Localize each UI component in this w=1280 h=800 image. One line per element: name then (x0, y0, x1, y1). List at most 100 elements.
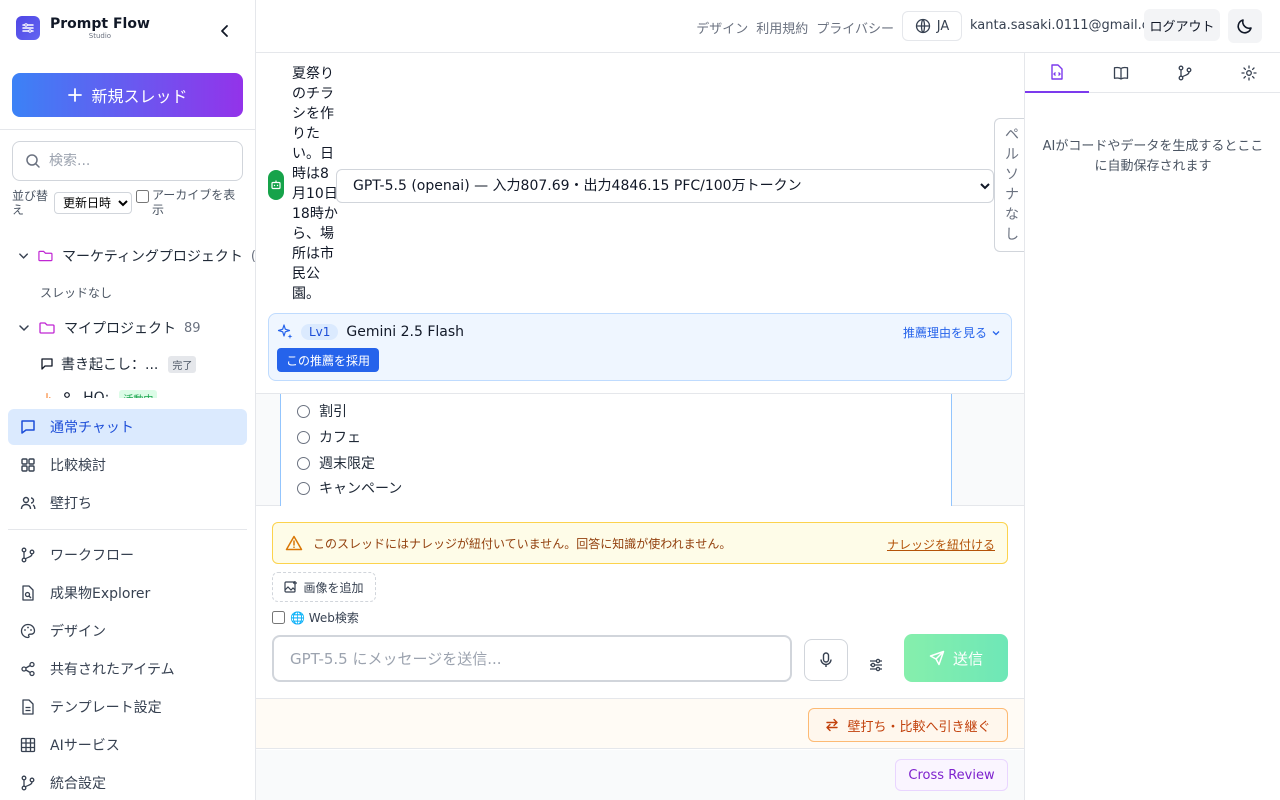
user-email: kanta.sasaki.0111@gmail.com (970, 18, 1170, 33)
tab-branches[interactable] (1153, 53, 1217, 93)
review-bar: Cross Review (256, 750, 1024, 800)
option-label: 週末限定 (319, 456, 375, 472)
option-weekend[interactable]: 週末限定 (297, 452, 375, 474)
tab-knowledge[interactable] (1089, 53, 1153, 93)
user-prompt: 夏祭りのチラシを作りたい。日時は8月10日18時から、場所は市民公園。 (292, 66, 338, 302)
nav-template-settings[interactable]: テンプレート設定 (8, 689, 247, 725)
sort-select[interactable]: 更新日時 (54, 192, 132, 214)
top-links: デザイン 利用規約 プライバシー (696, 18, 894, 37)
nav-shared-items[interactable]: 共有されたアイテム (8, 651, 247, 687)
chat-icon (21, 420, 35, 434)
option-discount[interactable]: 割引 (297, 400, 347, 422)
status-badge: 活動中 (119, 389, 158, 398)
collapse-sidebar-button[interactable] (214, 20, 236, 42)
message-input[interactable] (272, 635, 792, 682)
language-label: JA (936, 18, 950, 34)
nav-workflow[interactable]: ワークフロー (8, 537, 247, 573)
cross-review-button[interactable]: Cross Review (895, 759, 1008, 791)
nav-normal-chat[interactable]: 通常チャット (8, 409, 247, 445)
link-terms[interactable]: 利用規約 (756, 18, 808, 37)
language-button[interactable]: JA (902, 11, 962, 41)
gear-icon (1241, 65, 1257, 81)
project-name: マーケティングプロジェクト (62, 249, 243, 265)
nav-label: 比較検討 (50, 458, 106, 474)
chevron-down-icon (19, 253, 28, 259)
nav-artifact-explorer[interactable]: 成果物Explorer (8, 575, 247, 611)
nav-design[interactable]: デザイン (8, 613, 247, 649)
grid-icon (21, 458, 35, 472)
sort-label: 並び替え (12, 189, 49, 217)
adopt-recommendation-button[interactable]: この推薦を採用 (277, 348, 380, 372)
option-label: 割引 (319, 404, 347, 420)
radio-button[interactable] (297, 430, 310, 444)
tab-settings[interactable] (1217, 53, 1280, 93)
new-thread-label: 新規スレッド (91, 87, 188, 106)
recommended-model: Gemini 2.5 Flash (346, 324, 465, 340)
radio-button[interactable] (297, 456, 310, 470)
voice-input-button[interactable] (804, 639, 848, 681)
archive-checkbox[interactable] (136, 190, 149, 203)
recommendation-reason-link[interactable]: 推薦理由を見る (903, 324, 1001, 341)
bot-icon (268, 170, 284, 200)
option-campaign[interactable]: キャンペーン (297, 477, 402, 499)
archive-toggle[interactable]: アーカイブを表示 (136, 188, 240, 218)
folder-icon (38, 250, 53, 262)
model-select[interactable]: GPT-5.5 (openai) — 入力807.69・出力4846.15 PF… (336, 169, 994, 203)
persona-button[interactable]: ペルソナなし (994, 118, 1024, 252)
recommendation-header: Lv1 Gemini 2.5 Flash (277, 324, 464, 340)
project-tree: マーケティングプロジェクト ( スレッドなし マイプロジェクト 89 書き起こし… (0, 238, 255, 398)
logout-button[interactable]: ログアウト (1144, 9, 1220, 41)
settings-sliders-button[interactable] (862, 651, 890, 679)
option-cafe[interactable]: カフェ (297, 426, 361, 448)
project-folder-my[interactable]: マイプロジェクト 89 (0, 314, 255, 342)
thread-item[interactable]: ↳ HQ: 活動中 (0, 384, 255, 398)
search-input[interactable] (49, 153, 229, 169)
web-search-checkbox[interactable] (272, 611, 285, 624)
tab-artifacts[interactable] (1025, 53, 1089, 93)
microphone-icon (820, 652, 832, 667)
add-image-button[interactable]: 画像を追加 (272, 572, 376, 602)
new-thread-button[interactable]: 新規スレッド (12, 73, 243, 117)
brand[interactable]: Prompt Flow Studio (16, 16, 150, 40)
brand-subtitle: Studio (88, 32, 112, 40)
moon-icon (1237, 19, 1252, 34)
nav-integration-settings[interactable]: 統合設定 (8, 765, 247, 800)
nav-label: ワークフロー (50, 548, 134, 564)
web-search-toggle[interactable]: 🌐 Web検索 (272, 609, 359, 626)
send-button[interactable]: 送信 (904, 634, 1008, 682)
add-image-label: 画像を追加 (303, 580, 364, 595)
divider (8, 529, 247, 530)
project-folder-marketing[interactable]: マーケティングプロジェクト ( (0, 242, 255, 270)
thread-search[interactable] (12, 141, 243, 181)
project-name: マイプロジェクト (64, 321, 176, 337)
send-icon (929, 650, 945, 666)
empty-threads-label: スレッドなし (40, 285, 113, 300)
radio-button[interactable] (297, 404, 310, 418)
file-code-icon (1051, 64, 1063, 80)
globe-icon (915, 18, 930, 34)
nav-label: デザイン (50, 624, 106, 640)
workflow-icon (21, 547, 35, 563)
link-knowledge-button[interactable]: ナレッジを紐付ける (887, 536, 995, 553)
nav-label: テンプレート設定 (50, 700, 162, 716)
option-label: カフェ (319, 430, 361, 446)
warning-icon (285, 535, 303, 551)
warning-text: このスレッドにはナレッジが紐付いていません。回答に知識が使われません。 (313, 536, 732, 551)
link-design[interactable]: デザイン (696, 18, 748, 37)
branch-icon (1178, 65, 1192, 81)
chat-main: 夏祭りのチラシを作りたい。日時は8月10日18時から、場所は市民公園。 GPT-… (256, 53, 1024, 800)
logo-icon (16, 16, 40, 40)
top-bar: デザイン 利用規約 プライバシー JA kanta.sasaki.0111@gm… (256, 0, 1280, 53)
reason-label: 推薦理由を見る (902, 326, 987, 340)
project-count: 89 (184, 320, 201, 336)
handoff-button[interactable]: 壁打ち・比較へ引き継ぐ (808, 708, 1008, 742)
nav-ai-services[interactable]: AIサービス (8, 727, 247, 763)
theme-toggle-button[interactable] (1228, 9, 1262, 43)
swap-icon (826, 718, 839, 732)
thread-item[interactable]: 書き起こし：... 完了 (0, 350, 255, 378)
nav-compare[interactable]: 比較検討 (8, 447, 247, 483)
radio-button[interactable] (297, 481, 310, 495)
nav-brainstorm[interactable]: 壁打ち (8, 485, 247, 521)
link-privacy[interactable]: プライバシー (816, 18, 894, 37)
plus-icon (68, 88, 83, 102)
